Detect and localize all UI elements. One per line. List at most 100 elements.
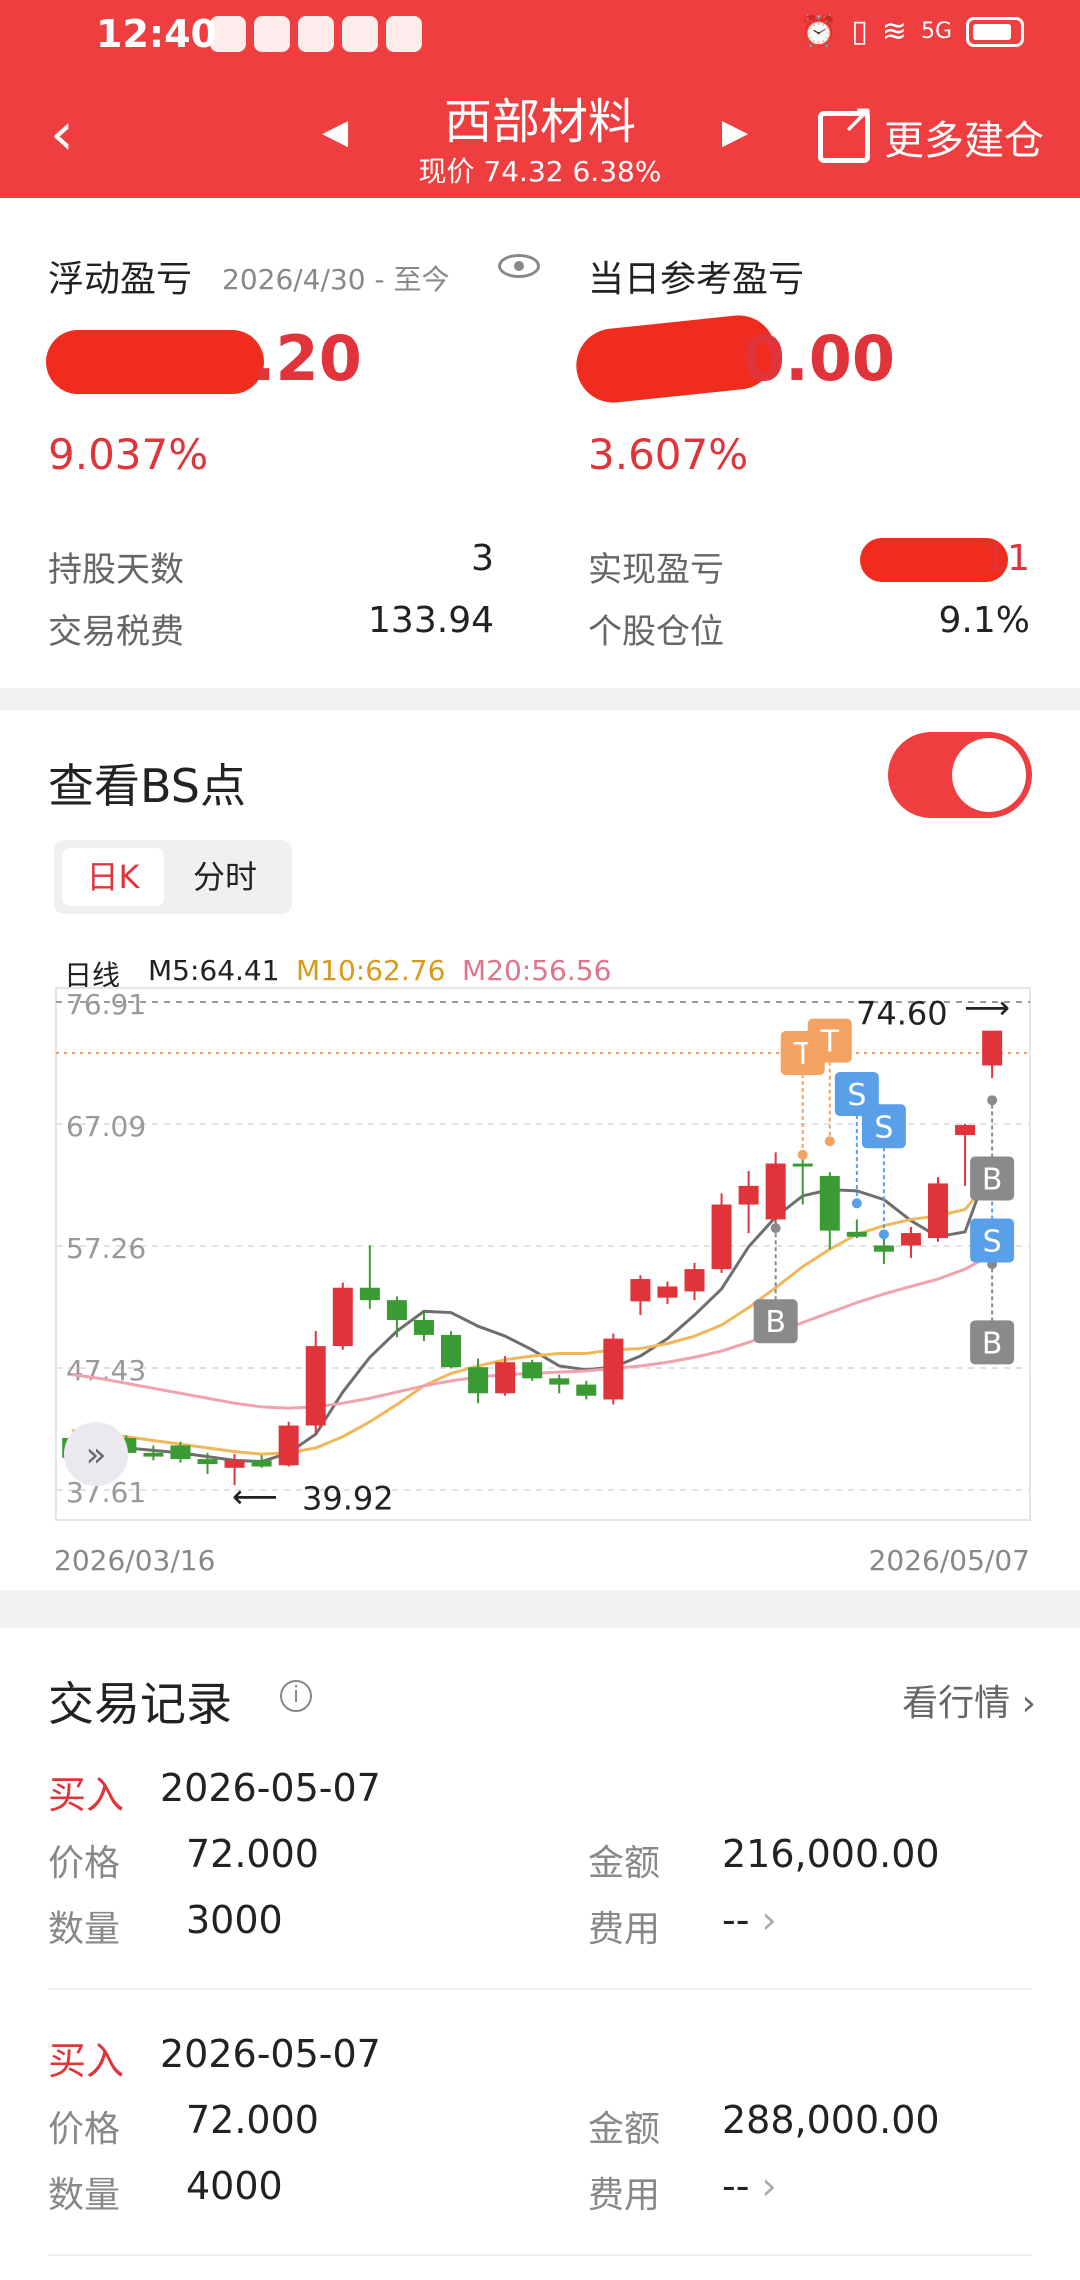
candle-body <box>224 1460 245 1468</box>
y-tick-label: 67.09 <box>66 1110 146 1143</box>
browser-icon <box>386 16 422 52</box>
ma-line-m20 <box>72 1252 993 1410</box>
candle-body <box>143 1452 164 1457</box>
view-market-label: 看行情 <box>902 1683 1011 1724</box>
x-start-label: 2026/03/16 <box>54 1544 215 1577</box>
candle-body <box>278 1425 299 1466</box>
weather-icon <box>298 16 334 52</box>
candle-body <box>792 1163 813 1167</box>
divider <box>48 2254 1032 2256</box>
trade-fee[interactable]: -- › <box>722 2164 777 2208</box>
candle-body <box>603 1338 624 1400</box>
amount-label: 金额 <box>588 2109 661 2150</box>
max-price-label: 74.60 <box>856 995 948 1033</box>
top-header: 12:40 ⏰ ▯ ≋ 5G ‹ ◀ 西部材料 现价 74.32 6.38% ▶… <box>0 0 1080 198</box>
qty-label: 数量 <box>48 1909 121 1950</box>
fee-label: 交易税费 <box>48 612 184 652</box>
trade-qty: 4000 <box>186 2164 283 2208</box>
ma-line-m10 <box>72 1176 994 1456</box>
realized-pnl-value: 11 <box>984 538 1030 579</box>
daily-pnl-value: 0.00 <box>742 322 895 395</box>
position-label: 个股仓位 <box>588 612 724 652</box>
marker-dot <box>851 1198 862 1209</box>
status-bar: 12:40 ⏰ ▯ ≋ 5G <box>0 0 1080 72</box>
daily-pnl-pct: 3.607% <box>588 430 749 479</box>
candle-body <box>738 1185 759 1205</box>
marker-label: B <box>982 1326 1003 1361</box>
y-tick-label: 76.91 <box>66 988 146 1021</box>
trade-amount: 288,000.00 <box>722 2098 940 2142</box>
signal-icon: 5G <box>920 19 952 44</box>
marker-dot <box>878 1229 889 1240</box>
marker-label: B <box>982 1162 1003 1197</box>
wifi-icon: ≋ <box>881 14 907 49</box>
candle-body <box>441 1334 462 1368</box>
min-arrow: ⟵ <box>232 1477 278 1515</box>
fee-value: 133.94 <box>368 600 494 641</box>
fee-label: 费用 <box>588 2175 661 2216</box>
redaction-mark <box>46 330 264 394</box>
trade-records-title: 交易记录 <box>48 1677 232 1731</box>
trade-qty: 3000 <box>186 1898 283 1942</box>
trade-fee[interactable]: -- › <box>722 1898 777 1942</box>
candle-body <box>982 1030 1003 1066</box>
candle-body <box>332 1287 353 1347</box>
marker-dot <box>987 1095 998 1106</box>
app-notification-icon <box>210 16 246 52</box>
marker-label: S <box>983 1225 1002 1260</box>
candle-body <box>928 1183 949 1239</box>
amount-label: 金额 <box>588 1843 661 1884</box>
notification-icons <box>210 16 422 52</box>
pnl-summary-card: 浮动盈亏 2026/4/30 - 至今 当日参考盈亏 .20 0.00 9.03… <box>0 198 1080 688</box>
marker-dot <box>824 1136 835 1147</box>
marker-label: S <box>874 1110 893 1145</box>
fee-label: 费用 <box>588 1909 661 1950</box>
bs-chart-card: 查看BS点 日K 分时 日线 M5:64.41 M10:62.76 M20:56… <box>0 710 1080 1590</box>
candle-body <box>197 1459 218 1465</box>
chevron-right-icon: › <box>761 2164 777 2208</box>
hold-days-value: 3 <box>471 538 494 579</box>
candle-body <box>522 1362 543 1379</box>
marker-dot <box>770 1223 781 1234</box>
trade-type: 买入 <box>48 2039 125 2083</box>
float-pnl-range: 2026/4/30 - 至今 <box>222 263 450 296</box>
vibrate-icon: ▯ <box>851 14 868 49</box>
candle-body <box>955 1125 976 1135</box>
max-arrow: ⟶ <box>964 989 1010 1027</box>
eye-icon[interactable] <box>498 254 540 278</box>
candle-body <box>251 1460 272 1467</box>
qty-label: 数量 <box>48 2175 121 2216</box>
float-pnl-label: 浮动盈亏 <box>48 259 193 300</box>
candle-body <box>684 1269 705 1292</box>
float-pnl-value: .20 <box>252 322 362 395</box>
candle-body <box>305 1346 326 1426</box>
candle-body <box>873 1245 894 1252</box>
candle-body <box>846 1231 867 1237</box>
trade-price: 72.000 <box>186 1832 319 1876</box>
next-stock-icon[interactable]: ▶ <box>722 112 748 152</box>
trade-records-card: 交易记录 i 看行情 › 买入 2026-05-07 价格 72.000 金额 … <box>0 1628 1080 2280</box>
trade-fee-value: -- <box>722 2164 750 2208</box>
share-icon <box>818 96 875 163</box>
trade-amount: 216,000.00 <box>722 1832 940 1876</box>
more-build-button[interactable]: 更多建仓 <box>818 96 1044 166</box>
candle-body <box>170 1445 191 1460</box>
info-icon[interactable]: i <box>280 1680 312 1712</box>
marker-dot <box>797 1149 808 1160</box>
double-chevron-icon: » <box>86 1435 107 1475</box>
system-icons: ⏰ ▯ ≋ 5G <box>800 14 1024 49</box>
candlestick-chart[interactable]: 76.91 67.09 57.26 47.43 37.61 T T S S B B S B 74.60 ⟶ ⟵… <box>0 710 1080 1590</box>
chart-svg: 76.9167.0957.2647.4337.61T TSSBBSB74.60 ⟶⟵… <box>54 987 1031 1577</box>
x-end-label: 2026/05/07 <box>869 1544 1030 1577</box>
candle-body <box>630 1279 651 1302</box>
candle-body <box>657 1286 678 1298</box>
marker-label: B <box>765 1305 786 1340</box>
candle-body <box>359 1287 380 1301</box>
view-market-link[interactable]: 看行情 › <box>902 1674 1036 1726</box>
more-build-label: 更多建仓 <box>884 118 1044 164</box>
trade-fee-value: -- <box>722 1898 750 1942</box>
trade-date: 2026-05-07 <box>160 1766 381 1810</box>
trade-date: 2026-05-07 <box>160 2032 381 2076</box>
marker-label: T <box>820 1025 840 1060</box>
price-label: 价格 <box>48 1843 121 1884</box>
